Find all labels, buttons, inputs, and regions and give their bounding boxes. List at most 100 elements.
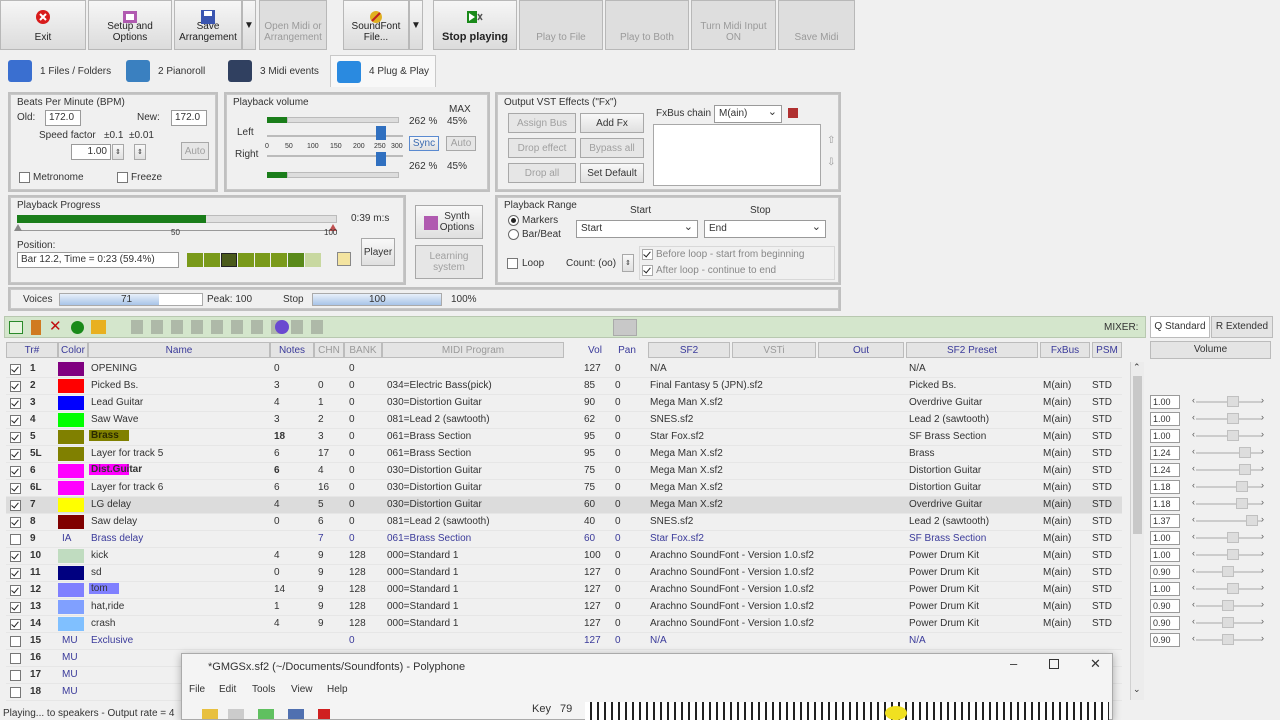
increase-icon[interactable]: › — [1261, 497, 1264, 507]
open-midi-button[interactable]: Open Midi or Arrangement — [259, 0, 327, 50]
new-bpm-field[interactable]: 172.0 — [171, 110, 207, 126]
track-name[interactable]: Exclusive — [91, 635, 133, 646]
mixer-volume-knob[interactable] — [1222, 600, 1234, 611]
learning-system-button[interactable]: Learning system — [415, 245, 483, 279]
decrease-icon[interactable]: ‹ — [1192, 616, 1195, 626]
track-name[interactable]: Picked Bs. — [91, 380, 138, 391]
barbeat-radio[interactable] — [508, 229, 519, 240]
increase-icon[interactable]: › — [1261, 463, 1264, 473]
decrease-icon[interactable]: ‹ — [1192, 565, 1195, 575]
track-row[interactable]: Picked Bs. 2 3 0 0 034=Electric Bass(pick) 85 0… — [6, 378, 1122, 395]
tab-files-folders[interactable]: 1 Files / Folders — [8, 55, 111, 87]
marker-m-icon[interactable] — [288, 253, 305, 267]
track-name[interactable]: OPENING — [91, 363, 137, 374]
track-enable-checkbox[interactable] — [10, 585, 21, 596]
save-arrangement-button[interactable]: Save Arrangement — [174, 0, 242, 50]
track-name[interactable]: LG delay — [91, 499, 131, 510]
mixer-volume-value[interactable]: 1.00 — [1150, 429, 1180, 443]
plugin-icon[interactable] — [275, 320, 289, 334]
tab-standard[interactable]: Q Standard — [1150, 316, 1210, 338]
mixer-volume-knob[interactable] — [1236, 498, 1248, 509]
fxbus-chain-select[interactable]: M(ain) — [714, 104, 782, 123]
track-color-swatch[interactable] — [58, 498, 84, 512]
play-to-file-button[interactable]: Play to File — [519, 0, 603, 50]
mixer-volume-value[interactable]: 1.00 — [1150, 395, 1180, 409]
speed-spinner[interactable]: ⇕ — [112, 144, 124, 160]
scroll-down-icon[interactable]: ⌄ — [1133, 684, 1141, 695]
track-row[interactable]: IA Brass delay 9 7 0 061=Brass Section 60 0 Star… — [6, 531, 1122, 548]
bypass-all-button[interactable]: Bypass all — [580, 138, 644, 158]
menu-edit[interactable]: Edit — [219, 684, 236, 695]
add-fx-button[interactable]: Add Fx — [580, 113, 644, 133]
decrease-icon[interactable]: ‹ — [1192, 548, 1195, 558]
start-marker-icon[interactable] — [14, 224, 22, 231]
track-row[interactable]: Saw delay 8 0 6 0 081=Lead 2 (sawtooth) 40 0 SNE… — [6, 514, 1122, 531]
track-row[interactable]: crash 14 4 9 128 000=Standard 1 127 0 Arachno So… — [6, 616, 1122, 633]
menu-help[interactable]: Help — [327, 684, 348, 695]
mixer-volume-knob[interactable] — [1227, 413, 1239, 424]
delete-icon[interactable]: ✕ — [49, 319, 62, 334]
menu-view[interactable]: View — [291, 684, 313, 695]
track-color-swatch[interactable] — [58, 583, 84, 597]
track-name[interactable]: crash — [91, 618, 115, 629]
increase-icon[interactable]: › — [1261, 412, 1264, 422]
increase-icon[interactable]: › — [1261, 480, 1264, 490]
loop-settings-icon[interactable] — [337, 252, 351, 266]
increase-icon[interactable]: › — [1261, 616, 1264, 626]
mixer-volume-knob[interactable] — [1222, 617, 1234, 628]
mixer-volume-value[interactable]: 1.37 — [1150, 514, 1180, 528]
new-preset-icon[interactable] — [318, 709, 330, 719]
mixer-volume-knob[interactable] — [1236, 481, 1248, 492]
track-color-swatch[interactable] — [58, 464, 84, 478]
track-color-swatch[interactable] — [58, 362, 84, 376]
setup-button[interactable]: Setup and Options — [88, 0, 172, 50]
soundfont-button[interactable]: SoundFont File... — [343, 0, 409, 50]
decrease-icon[interactable]: ‹ — [1192, 463, 1195, 473]
range-stop-select[interactable]: End — [704, 219, 826, 238]
decrease-icon[interactable]: ‹ — [1192, 582, 1195, 592]
track-name[interactable]: Lead Guitar — [91, 397, 143, 408]
solo-icon[interactable] — [31, 320, 41, 335]
decrease-icon[interactable]: ‹ — [1192, 480, 1195, 490]
mixer-volume-value[interactable]: 1.00 — [1150, 582, 1180, 596]
mixer-volume-value[interactable]: 1.24 — [1150, 446, 1180, 460]
tab-midi-events[interactable]: 3 Midi events — [228, 55, 319, 87]
track-color-swatch[interactable] — [58, 549, 84, 563]
minimize-icon[interactable]: – — [1010, 656, 1017, 671]
tab-plug-play[interactable]: 4 Plug & Play — [330, 55, 436, 87]
maximize-icon[interactable] — [1049, 659, 1059, 669]
redo-icon[interactable] — [228, 709, 244, 719]
track-name[interactable]: Dist.Guitar — [89, 464, 142, 475]
decrease-icon[interactable]: ‹ — [1192, 514, 1195, 524]
move-up-icon[interactable]: ⇧ — [827, 135, 835, 146]
rewind-icon[interactable] — [187, 253, 203, 267]
mixer-volume-slider[interactable] — [1196, 452, 1262, 454]
sync-button[interactable]: Sync — [409, 136, 439, 151]
next-icon[interactable] — [254, 253, 271, 267]
stop-icon[interactable] — [220, 253, 237, 267]
increase-icon[interactable]: › — [1261, 446, 1264, 456]
header-vol[interactable]: Vol — [580, 342, 610, 358]
mixer-volume-value[interactable]: 1.18 — [1150, 480, 1180, 494]
speed-fine-spinner[interactable]: ⇕ — [134, 144, 146, 160]
decrease-icon[interactable]: ‹ — [1192, 633, 1195, 643]
track-row[interactable]: Lead Guitar 3 4 1 0 030=Distortion Guitar 90 0 M… — [6, 395, 1122, 412]
increase-icon[interactable]: › — [1261, 565, 1264, 575]
track-color-swatch[interactable] — [58, 515, 84, 529]
decrease-icon[interactable]: ‹ — [1192, 497, 1195, 507]
forward-icon[interactable] — [271, 253, 288, 267]
track-row[interactable]: sd 11 0 9 128 000=Standard 1 127 0 Arachno Sound… — [6, 565, 1122, 582]
set-default-button[interactable]: Set Default — [580, 163, 644, 183]
pause-icon[interactable] — [237, 253, 254, 267]
piano-keyboard[interactable] — [585, 702, 1109, 720]
track-name[interactable]: hat,ride — [91, 601, 124, 612]
header-out[interactable]: Out — [818, 342, 904, 358]
track-name[interactable]: tom — [89, 583, 119, 594]
markers-radio[interactable] — [508, 215, 519, 226]
header-fxbus[interactable]: FxBus — [1040, 342, 1090, 358]
decrease-icon[interactable]: ‹ — [1192, 599, 1195, 609]
count-spinner[interactable]: ⇕ — [622, 254, 634, 272]
mixer-volume-knob[interactable] — [1239, 464, 1251, 475]
track-name[interactable]: Brass — [89, 430, 129, 441]
fx-chain-list[interactable] — [653, 124, 821, 186]
